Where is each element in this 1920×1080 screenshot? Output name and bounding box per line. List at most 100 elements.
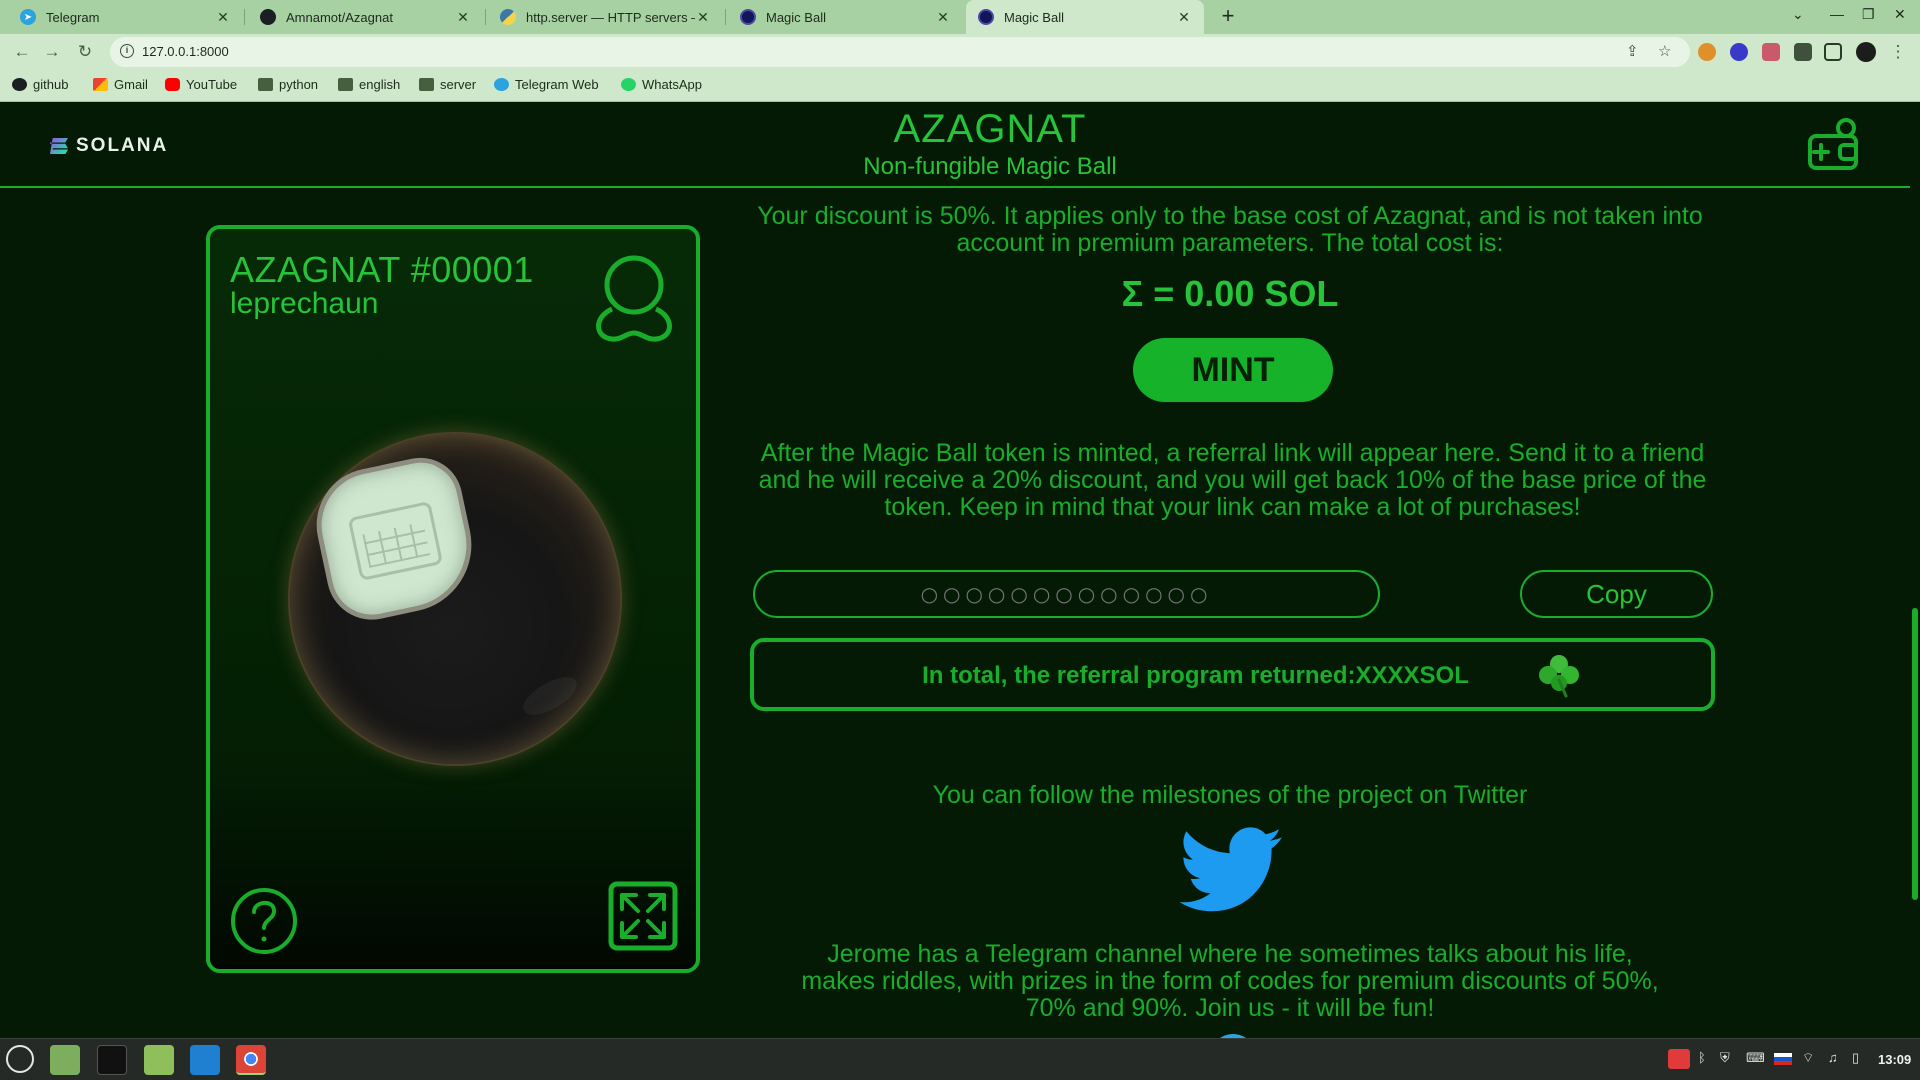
terminal-icon[interactable]: [97, 1045, 127, 1075]
page-title: AZAGNAT: [893, 107, 1087, 151]
restore-icon[interactable]: ❐: [1862, 6, 1875, 23]
bookmark-github[interactable]: github: [12, 77, 68, 92]
page-subtitle: Non-fungible Magic Ball: [863, 153, 1117, 180]
tab-title: Magic Ball: [766, 9, 826, 25]
tray-app-icon[interactable]: [1668, 1049, 1690, 1069]
nft-card: AZAGNAT #00001 leprechaun: [206, 225, 700, 973]
github-icon: [12, 78, 27, 91]
site-header: SOLANA AZAGNAT Non-fungible Magic Ball: [0, 103, 1910, 188]
site-info-icon[interactable]: i: [120, 44, 134, 58]
close-icon[interactable]: ✕: [695, 9, 711, 26]
browser-tabstrip: ➤ Telegram ✕ Amnamot/Azagnat ✕ http.serv…: [0, 0, 1920, 34]
address-bar[interactable]: i 127.0.0.1:8000 ⇪ ☆: [110, 37, 1690, 67]
vscode-icon[interactable]: [190, 1045, 220, 1075]
page-content: SOLANA AZAGNAT Non-fungible Magic Ball A…: [0, 103, 1920, 1038]
files-icon[interactable]: [144, 1045, 174, 1075]
chrome-icon[interactable]: [236, 1045, 266, 1075]
youtube-icon: [165, 78, 180, 91]
tab-magic-ball[interactable]: Magic Ball ✕: [728, 0, 963, 34]
bookmark-python[interactable]: python: [258, 77, 318, 92]
os-taskbar: ᛒ ⛨ ⌨ ⌔ ♫ ▯ 13:09: [0, 1038, 1920, 1080]
browser-toolbar: ← → ↻ i 127.0.0.1:8000 ⇪ ☆ ⋮: [0, 34, 1920, 70]
tab-title: Telegram: [46, 9, 100, 25]
bookmark-label: Gmail: [114, 77, 148, 92]
battery-icon[interactable]: ▯: [1852, 1050, 1859, 1066]
github-icon: [260, 9, 276, 25]
extension-icon[interactable]: [1730, 43, 1748, 61]
tab-divider: [725, 9, 726, 25]
tab-telegram[interactable]: ➤ Telegram ✕: [8, 0, 243, 34]
mint-button[interactable]: MINT: [1133, 338, 1333, 402]
keyboard-layout-flag-icon[interactable]: [1774, 1053, 1792, 1065]
menu-icon[interactable]: ⋮: [1886, 40, 1910, 64]
total-cost: Σ = 0.00 SOL: [1121, 273, 1339, 314]
tab-github[interactable]: Amnamot/Azagnat ✕: [248, 0, 483, 34]
calendar-icon: [347, 500, 444, 581]
bookmark-label: Telegram Web: [515, 77, 599, 92]
bookmark-whatsapp[interactable]: WhatsApp: [621, 77, 702, 92]
tab-search-icon[interactable]: ⌄: [1792, 6, 1804, 23]
telegram-icon: [494, 78, 509, 91]
share-icon[interactable]: ⇪: [1626, 42, 1639, 60]
bookmark-star-icon[interactable]: ☆: [1658, 42, 1671, 60]
twitter-icon[interactable]: [1180, 827, 1284, 913]
minimize-icon[interactable]: —: [1830, 6, 1844, 22]
tab-http-server[interactable]: http.server — HTTP servers — ✕: [488, 0, 723, 34]
referral-info-text: After the Magic Ball token is minted, a …: [758, 439, 1707, 521]
reload-icon[interactable]: ↻: [73, 40, 97, 64]
add-wallet-icon[interactable]: [1806, 117, 1862, 173]
copy-button[interactable]: Copy: [1520, 570, 1713, 618]
bookmark-gmail[interactable]: Gmail: [93, 77, 148, 92]
new-tab-button[interactable]: +: [1215, 4, 1241, 30]
close-icon[interactable]: ✕: [455, 9, 471, 26]
bookmarks-bar: github Gmail YouTube python english serv…: [0, 70, 1920, 102]
extension-icon[interactable]: [1762, 43, 1780, 61]
bookmark-label: python: [279, 77, 319, 92]
back-icon[interactable]: ←: [10, 40, 34, 64]
bookmark-label: YouTube: [186, 77, 238, 92]
bookmark-youtube[interactable]: YouTube: [165, 77, 237, 92]
gmail-icon: [93, 78, 108, 91]
referral-link-field[interactable]: [753, 570, 1380, 618]
orb-highlight: [517, 669, 583, 723]
shield-icon[interactable]: ⛨: [1720, 1050, 1730, 1066]
show-desktop-icon[interactable]: [50, 1045, 80, 1075]
close-window-icon[interactable]: ✕: [1894, 6, 1906, 23]
puzzle-icon[interactable]: [1794, 43, 1812, 61]
python-icon: [500, 9, 516, 25]
scrollbar-thumb[interactable]: [1912, 608, 1918, 900]
leprechaun-avatar-icon: [596, 255, 672, 342]
twitter-text: You can follow the milestones of the pro…: [932, 781, 1528, 809]
bookmark-label: server: [440, 77, 477, 92]
tab-title: Amnamot/Azagnat: [286, 9, 393, 25]
close-icon[interactable]: ✕: [215, 9, 231, 26]
bookmark-label: english: [359, 77, 401, 92]
card-subtitle: leprechaun: [230, 287, 379, 320]
help-icon[interactable]: [230, 887, 298, 955]
bookmark-telegram-web[interactable]: Telegram Web: [494, 77, 599, 92]
tab-magic-ball-active[interactable]: Magic Ball ✕: [966, 0, 1204, 34]
fullscreen-icon[interactable]: [608, 881, 678, 951]
close-icon[interactable]: ✕: [935, 9, 951, 26]
wifi-icon[interactable]: ⌔: [1802, 1050, 1814, 1066]
cookie-extension-icon[interactable]: [1698, 43, 1716, 61]
side-panel-icon[interactable]: [1824, 43, 1842, 61]
bookmark-server[interactable]: server: [419, 77, 476, 92]
magic-ball-image: [290, 434, 620, 764]
forward-icon[interactable]: →: [40, 40, 64, 64]
tab-title: Magic Ball: [1004, 9, 1064, 25]
telegram-icon: ➤: [20, 9, 36, 25]
mint-menu-icon[interactable]: [6, 1045, 34, 1073]
close-icon[interactable]: ✕: [1176, 9, 1192, 26]
clover-icon: [1539, 655, 1579, 698]
card-title: AZAGNAT #00001: [230, 249, 534, 290]
keyboard-icon[interactable]: ⌨: [1746, 1050, 1765, 1066]
address-url[interactable]: 127.0.0.1:8000: [142, 44, 229, 59]
sound-icon[interactable]: ♫: [1828, 1050, 1838, 1065]
profile-avatar[interactable]: [1856, 42, 1876, 62]
folder-icon: [338, 78, 353, 91]
bookmark-english[interactable]: english: [338, 77, 400, 92]
bookmark-label: WhatsApp: [642, 77, 702, 92]
whatsapp-icon: [621, 78, 636, 91]
bluetooth-icon[interactable]: ᛒ: [1698, 1050, 1706, 1065]
